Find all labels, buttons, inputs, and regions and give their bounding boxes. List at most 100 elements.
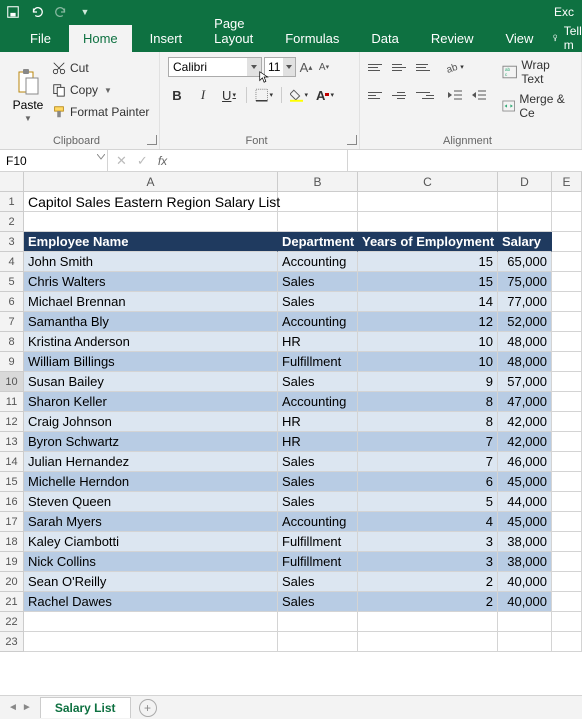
cell-years[interactable]: 8 [358, 392, 498, 412]
wrap-text-button[interactable]: abcWrap Text [502, 58, 573, 86]
cell-years[interactable]: 3 [358, 532, 498, 552]
cell-salary[interactable]: 65,000 [498, 252, 552, 272]
cell-dept[interactable]: Fulfillment [278, 532, 358, 552]
row-header[interactable]: 2 [0, 212, 24, 232]
cell-salary[interactable]: 48,000 [498, 352, 552, 372]
cell-name[interactable]: Sarah Myers [24, 512, 278, 532]
row-header[interactable]: 18 [0, 532, 24, 552]
cell-years[interactable]: 4 [358, 512, 498, 532]
row-header[interactable]: 9 [0, 352, 24, 372]
sheet-tab-active[interactable]: Salary List [40, 697, 131, 718]
cell-years[interactable]: 15 [358, 252, 498, 272]
cell-years[interactable]: 14 [358, 292, 498, 312]
select-all-corner[interactable] [0, 172, 24, 192]
cell-dept[interactable]: HR [278, 412, 358, 432]
tab-file[interactable]: File [16, 25, 65, 52]
tab-home[interactable]: Home [69, 25, 132, 52]
cell-dept[interactable]: Fulfillment [278, 352, 358, 372]
cell-name[interactable]: John Smith [24, 252, 278, 272]
tab-view[interactable]: View [491, 25, 547, 52]
font-dialog-launcher[interactable] [347, 135, 357, 145]
clipboard-dialog-launcher[interactable] [147, 135, 157, 145]
cell-name[interactable]: Julian Hernandez [24, 452, 278, 472]
chevron-down-icon[interactable] [97, 154, 105, 160]
cell-years[interactable]: 5 [358, 492, 498, 512]
cell-dept[interactable]: Sales [278, 372, 358, 392]
cell-years[interactable]: 9 [358, 372, 498, 392]
cell-salary[interactable]: 44,000 [498, 492, 552, 512]
col-header-b[interactable]: B [278, 172, 358, 192]
cell-salary[interactable]: 52,000 [498, 312, 552, 332]
col-header-a[interactable]: A [24, 172, 278, 192]
align-center-button[interactable] [392, 87, 410, 103]
row-header[interactable]: 8 [0, 332, 24, 352]
row-header[interactable]: 6 [0, 292, 24, 312]
tab-formulas[interactable]: Formulas [271, 25, 353, 52]
row-header[interactable]: 11 [0, 392, 24, 412]
row-header[interactable]: 21 [0, 592, 24, 612]
cell-name[interactable]: Michelle Herndon [24, 472, 278, 492]
cell-dept[interactable]: Accounting [278, 312, 358, 332]
sheet-nav[interactable]: ◄► [8, 702, 32, 713]
cell-years[interactable]: 3 [358, 552, 498, 572]
cell-dept[interactable]: HR [278, 432, 358, 452]
cell-years[interactable]: 7 [358, 432, 498, 452]
font-name-selector[interactable]: Calibri [168, 57, 262, 77]
cell-dept[interactable]: Sales [278, 272, 358, 292]
cell-salary[interactable]: 48,000 [498, 332, 552, 352]
cell-salary[interactable]: 38,000 [498, 552, 552, 572]
row-header[interactable]: 17 [0, 512, 24, 532]
cell-years[interactable]: 10 [358, 352, 498, 372]
col-header-c[interactable]: C [358, 172, 498, 192]
cell-name[interactable]: Susan Bailey [24, 372, 278, 392]
save-icon[interactable] [4, 3, 22, 21]
cell-salary[interactable]: 40,000 [498, 572, 552, 592]
cell-dept[interactable]: Sales [278, 292, 358, 312]
row-header[interactable]: 4 [0, 252, 24, 272]
enter-icon[interactable]: ✓ [137, 153, 148, 169]
cell-dept[interactable]: Accounting [278, 512, 358, 532]
header-name[interactable]: Employee Name [24, 232, 278, 252]
cell-salary[interactable]: 38,000 [498, 532, 552, 552]
decrease-font-icon[interactable]: A▾ [316, 62, 332, 73]
cell-years[interactable]: 15 [358, 272, 498, 292]
row-header[interactable]: 5 [0, 272, 24, 292]
font-color-button[interactable]: A▾ [316, 86, 334, 104]
cell-salary[interactable]: 45,000 [498, 512, 552, 532]
copy-button[interactable]: Copy▼ [52, 80, 149, 100]
underline-button[interactable]: U▾ [220, 86, 238, 104]
cell-dept[interactable]: Sales [278, 492, 358, 512]
cell-dept[interactable]: HR [278, 332, 358, 352]
row-header[interactable]: 16 [0, 492, 24, 512]
cell-name[interactable]: William Billings [24, 352, 278, 372]
formula-input[interactable] [347, 150, 582, 171]
paste-button[interactable]: Paste ▼ [8, 56, 48, 134]
cell-name[interactable]: Kaley Ciambotti [24, 532, 278, 552]
row-header[interactable]: 3 [0, 232, 24, 252]
cell-salary[interactable]: 42,000 [498, 432, 552, 452]
align-right-button[interactable] [416, 87, 434, 103]
cell-years[interactable]: 8 [358, 412, 498, 432]
chevron-down-icon[interactable] [247, 58, 261, 76]
cell-years[interactable]: 7 [358, 452, 498, 472]
increase-indent-button[interactable] [470, 86, 488, 104]
header-dept[interactable]: Department [278, 232, 358, 252]
decrease-indent-button[interactable] [446, 86, 464, 104]
bold-button[interactable]: B [168, 86, 186, 104]
row-header[interactable]: 15 [0, 472, 24, 492]
cell-name[interactable]: Sean O'Reilly [24, 572, 278, 592]
cell-salary[interactable]: 47,000 [498, 392, 552, 412]
cell-dept[interactable]: Sales [278, 452, 358, 472]
cell-salary[interactable]: 46,000 [498, 452, 552, 472]
cell-years[interactable]: 12 [358, 312, 498, 332]
row-header[interactable]: 1 [0, 192, 24, 212]
tab-pagelayout[interactable]: Page Layout [200, 10, 267, 52]
row-header[interactable]: 22 [0, 612, 24, 632]
cell-salary[interactable]: 45,000 [498, 472, 552, 492]
col-header-e[interactable]: E [552, 172, 582, 192]
format-painter-button[interactable]: Format Painter [52, 102, 149, 122]
fx-icon[interactable]: fx [158, 154, 167, 168]
cell-name[interactable]: Steven Queen [24, 492, 278, 512]
undo-icon[interactable] [28, 3, 46, 21]
cell-name[interactable]: Samantha Bly [24, 312, 278, 332]
